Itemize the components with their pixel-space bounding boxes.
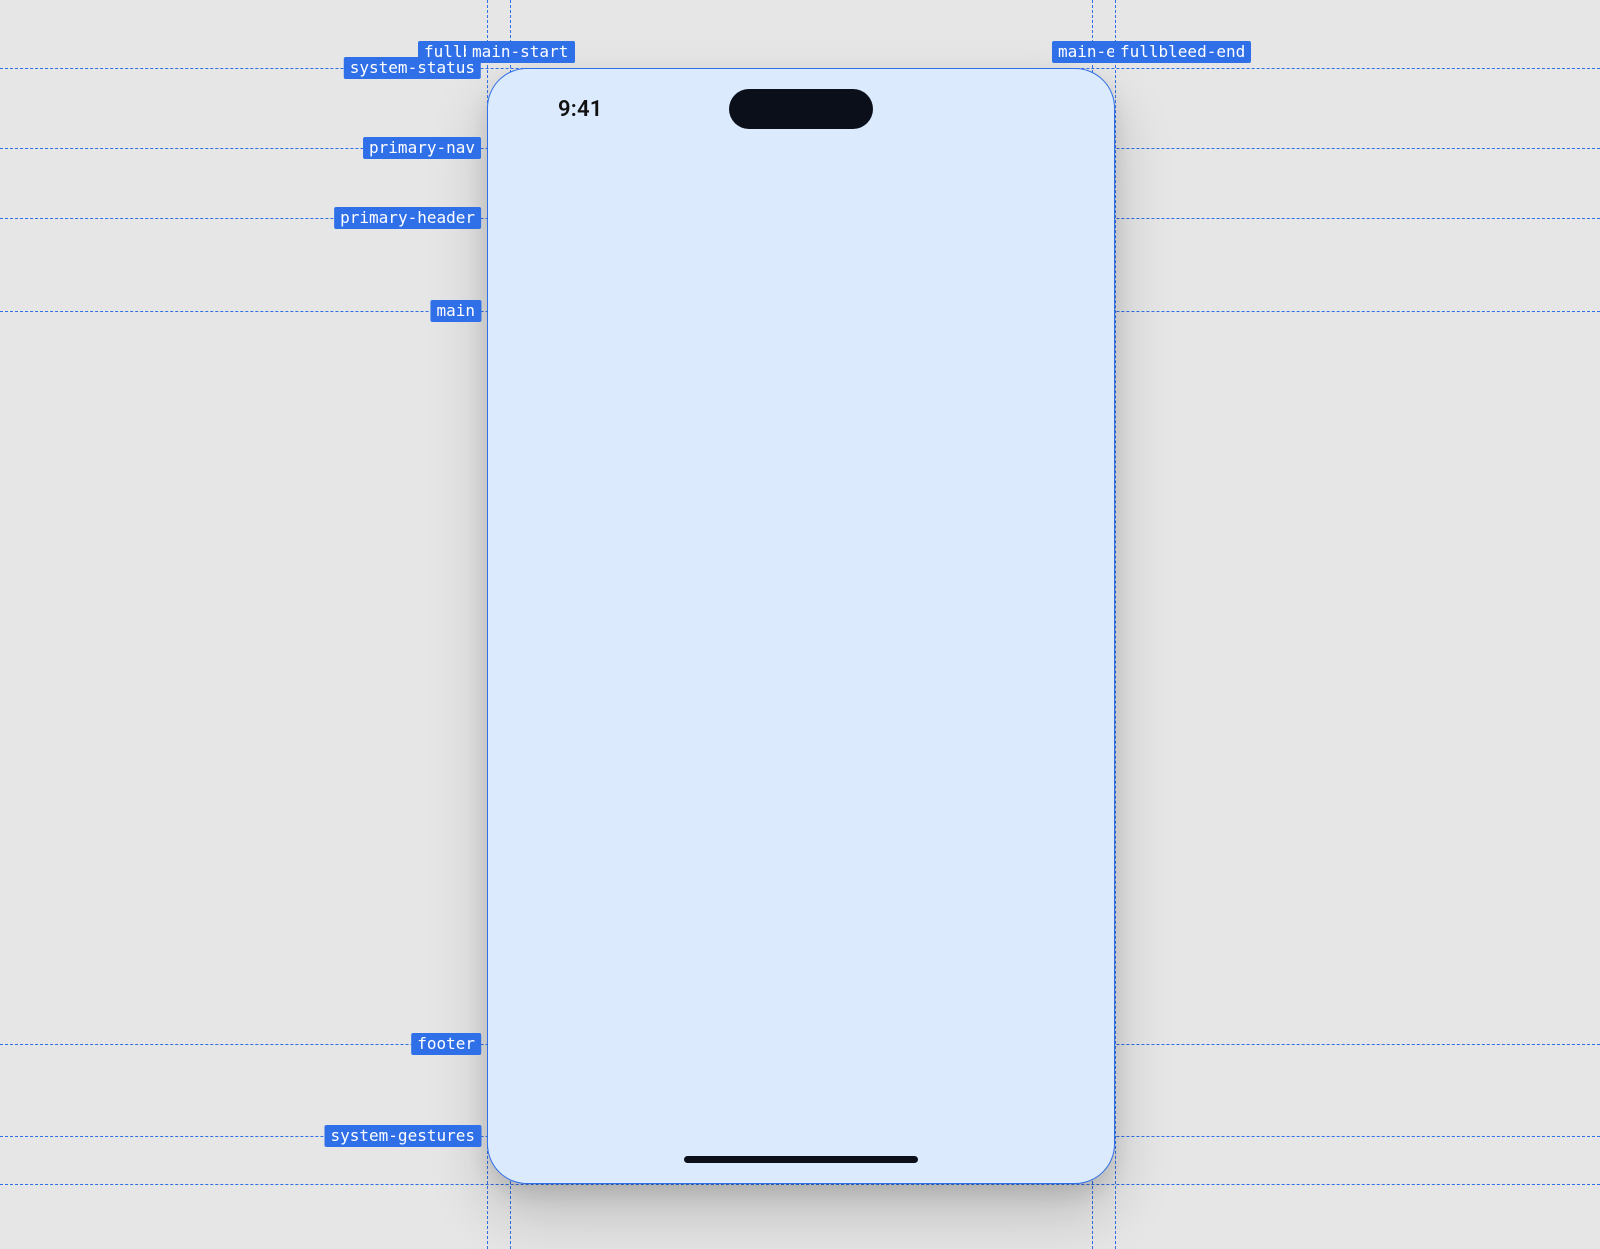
status-time: 9:41 <box>558 97 603 122</box>
guide-phone-bottom <box>0 1184 1600 1185</box>
phone-frame: 9:41 <box>487 68 1115 1184</box>
home-indicator[interactable] <box>684 1156 918 1163</box>
label-system-gestures: system-gestures <box>325 1125 482 1147</box>
label-primary-header: primary-header <box>334 207 481 229</box>
label-main: main <box>430 300 481 322</box>
label-footer: footer <box>411 1033 481 1055</box>
label-main-start: main-start <box>466 41 574 63</box>
phone-inner-border <box>488 69 1114 1183</box>
dynamic-island <box>729 89 873 129</box>
guide-fullbleed-end <box>1115 0 1116 1249</box>
label-primary-nav: primary-nav <box>363 137 481 159</box>
label-system-status: system-status <box>344 57 481 79</box>
label-fullbleed-end: fullbleed-end <box>1114 41 1251 63</box>
